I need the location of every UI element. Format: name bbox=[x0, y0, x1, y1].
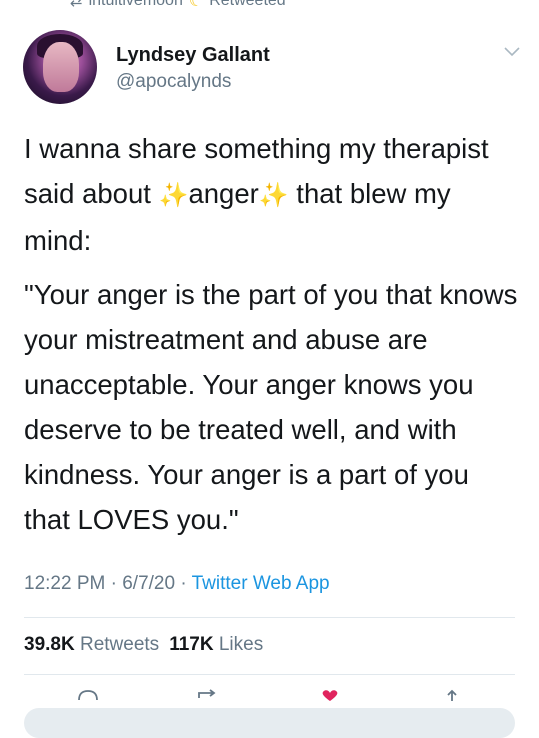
sparkles-icon: ✨ bbox=[258, 182, 289, 209]
retweet-context[interactable]: ⇄ intuitivemoon ☾ Retweeted bbox=[70, 0, 286, 11]
tweet-paragraph-2: "Your anger is the part of you that know… bbox=[24, 279, 518, 535]
reply-icon[interactable] bbox=[76, 688, 100, 702]
tweet-paragraph-1: I wanna share something my therapist sai… bbox=[24, 133, 489, 256]
tweet-time[interactable]: 12:22 PM bbox=[24, 573, 105, 594]
likes-stat[interactable]: 117K Likes bbox=[169, 634, 263, 655]
retweet-icon: ⇄ bbox=[70, 0, 83, 10]
avatar[interactable] bbox=[23, 30, 97, 104]
chevron-down-icon[interactable] bbox=[503, 42, 521, 60]
retweet-icon[interactable] bbox=[196, 688, 220, 702]
retweets-stat[interactable]: 39.8K Retweets bbox=[24, 634, 159, 655]
action-bar bbox=[0, 688, 539, 702]
tweet-text: I wanna share something my therapist sai… bbox=[24, 126, 519, 542]
tweet-date[interactable]: 6/7/20 bbox=[122, 573, 175, 594]
retweeter-name[interactable]: intuitivemoon bbox=[89, 0, 183, 10]
divider bbox=[24, 617, 515, 618]
tweet-source[interactable]: Twitter Web App bbox=[192, 573, 330, 594]
tweet-stats: 39.8K Retweets 117K Likes bbox=[24, 634, 263, 656]
reply-input[interactable] bbox=[24, 708, 515, 738]
avatar-face bbox=[43, 42, 79, 92]
author-handle[interactable]: @apocalynds bbox=[116, 71, 231, 93]
author-name[interactable]: Lyndsey Gallant bbox=[116, 44, 270, 67]
retweeted-label: Retweeted bbox=[209, 0, 286, 9]
divider bbox=[24, 674, 515, 675]
tweet-meta: 12:22 PM · 6/7/20 · Twitter Web App bbox=[24, 573, 330, 594]
share-icon[interactable] bbox=[440, 688, 464, 702]
tweet-header: Lyndsey Gallant @apocalynds bbox=[23, 30, 521, 110]
crescent-moon-icon: ☾ bbox=[188, 0, 204, 10]
sparkles-icon: ✨ bbox=[158, 182, 189, 209]
like-icon[interactable] bbox=[318, 688, 342, 702]
